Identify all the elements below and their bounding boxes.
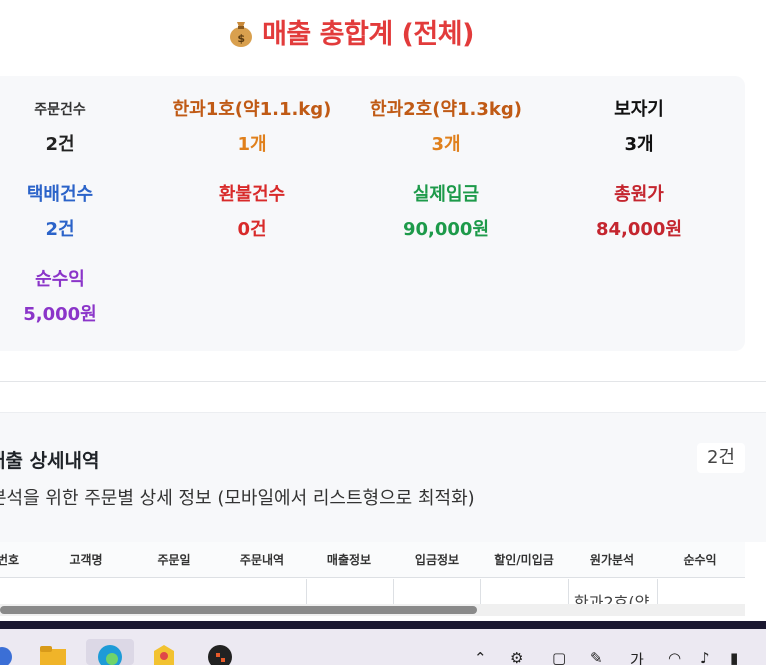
taskbar: ⌃ ⚙ ▢ ✎ 가 ◠ ♪ ▮ bbox=[0, 629, 766, 665]
hangwa2-value: 3개 bbox=[431, 134, 461, 155]
net-profit-value: 5,000원 bbox=[23, 304, 97, 325]
table-cell-cost-analysis: 한과2호(약 bbox=[574, 593, 650, 604]
actual-deposit-value: 90,000원 bbox=[402, 219, 490, 240]
summary-refund-count: 환불건수 0건 bbox=[152, 183, 352, 242]
tray-chevron-up-icon[interactable]: ⌃ bbox=[474, 649, 487, 665]
battery-icon[interactable]: ▮ bbox=[730, 649, 738, 665]
taskbar-border bbox=[0, 621, 766, 629]
col-sales-info[interactable]: 매출정보 bbox=[309, 542, 389, 578]
table-col-divider bbox=[480, 579, 481, 604]
detail-table: 번호 고객명 주문일 주문내역 매출정보 입금정보 할인/미입금 원가분석 순수… bbox=[0, 542, 745, 604]
summary-delivery-count: 택배건수 2건 bbox=[0, 183, 160, 242]
table-col-divider bbox=[306, 579, 307, 604]
tray-pen-icon[interactable]: ✎ bbox=[590, 649, 603, 665]
speaker-icon[interactable]: ♪ bbox=[700, 649, 710, 665]
net-profit-label: 순수익 bbox=[35, 269, 85, 290]
summary-hangwa2: 한과2호(약1.3kg) 3개 bbox=[346, 98, 546, 157]
table-header: 번호 고객명 주문일 주문내역 매출정보 입금정보 할인/미입금 원가분석 순수… bbox=[0, 542, 745, 578]
table-col-divider bbox=[568, 579, 569, 604]
refund-count-value: 0건 bbox=[237, 219, 267, 240]
page-title: $ 매출 총합계 (전체) bbox=[0, 12, 702, 51]
col-discount-unpaid[interactable]: 할인/미입금 bbox=[484, 542, 564, 578]
folder-icon[interactable] bbox=[38, 641, 66, 665]
delivery-count-label: 택배건수 bbox=[26, 184, 94, 205]
store-icon[interactable] bbox=[150, 641, 178, 665]
refund-count-label: 환불건수 bbox=[218, 184, 286, 205]
order-count-value: 2건 bbox=[45, 134, 75, 155]
total-cost-label: 총원가 bbox=[614, 184, 664, 205]
table-col-divider bbox=[393, 579, 394, 604]
svg-text:$: $ bbox=[237, 32, 244, 45]
col-number[interactable]: 번호 bbox=[0, 542, 38, 578]
summary-net-profit: 순수익 5,000원 bbox=[0, 268, 160, 327]
app-icon[interactable] bbox=[0, 641, 18, 665]
detail-title: 매출 상세내역 bbox=[0, 450, 100, 472]
summary-bojagi: 보자기 3개 bbox=[539, 98, 739, 157]
col-order-date[interactable]: 주문일 bbox=[134, 542, 214, 578]
hangwa2-label: 한과2호(약1.3kg) bbox=[370, 99, 522, 120]
scrollbar-thumb[interactable] bbox=[0, 606, 477, 614]
col-customer[interactable]: 고객명 bbox=[46, 542, 126, 578]
col-deposit-info[interactable]: 입금정보 bbox=[397, 542, 477, 578]
hangwa1-value: 1개 bbox=[237, 134, 267, 155]
ime-indicator-icon[interactable]: 가 bbox=[630, 649, 644, 665]
col-order-items[interactable]: 주문내역 bbox=[222, 542, 302, 578]
horizontal-scrollbar[interactable] bbox=[0, 604, 745, 616]
settings-icon[interactable]: ⚙ bbox=[510, 649, 523, 665]
bojagi-label: 보자기 bbox=[614, 99, 664, 120]
money-bag-icon: $ bbox=[230, 22, 253, 47]
summary-actual-deposit: 실제입금 90,000원 bbox=[346, 183, 546, 242]
section-divider bbox=[0, 381, 766, 382]
bojagi-value: 3개 bbox=[624, 134, 654, 155]
summary-panel: 주문건수 2건 한과1호(약1.1.kg) 1개 한과2호(약1.3kg) 3개… bbox=[0, 76, 745, 351]
summary-order-count: 주문건수 2건 bbox=[0, 98, 160, 157]
page-title-text: 매출 총합계 (전체) bbox=[262, 19, 474, 50]
page: $ 매출 총합계 (전체) 주문건수 2건 한과1호(약1.1.kg) 1개 한… bbox=[0, 0, 766, 665]
actual-deposit-label: 실제입금 bbox=[412, 184, 480, 205]
edge-browser-icon[interactable] bbox=[96, 641, 124, 665]
total-cost-value: 84,000원 bbox=[595, 219, 683, 240]
wifi-icon[interactable]: ◠ bbox=[668, 649, 681, 665]
detail-header-panel bbox=[0, 412, 766, 542]
delivery-count-value: 2건 bbox=[45, 219, 75, 240]
order-count-label: 주문건수 bbox=[34, 102, 86, 118]
summary-total-cost: 총원가 84,000원 bbox=[539, 183, 739, 242]
hangwa1-label: 한과1호(약1.1.kg) bbox=[172, 99, 332, 120]
detail-count-badge: 2건 bbox=[697, 443, 745, 473]
col-cost-analysis[interactable]: 원가분석 bbox=[572, 542, 652, 578]
summary-hangwa1: 한과1호(약1.1.kg) 1개 bbox=[152, 98, 352, 157]
app-icon-dark[interactable] bbox=[204, 641, 232, 665]
tray-window-icon[interactable]: ▢ bbox=[552, 649, 566, 665]
table-col-divider bbox=[657, 579, 658, 604]
col-net-profit[interactable]: 순수익 bbox=[660, 542, 740, 578]
detail-subtitle: 분석을 위한 주문별 상세 정보 (모바일에서 리스트형으로 최적화) bbox=[0, 488, 475, 509]
